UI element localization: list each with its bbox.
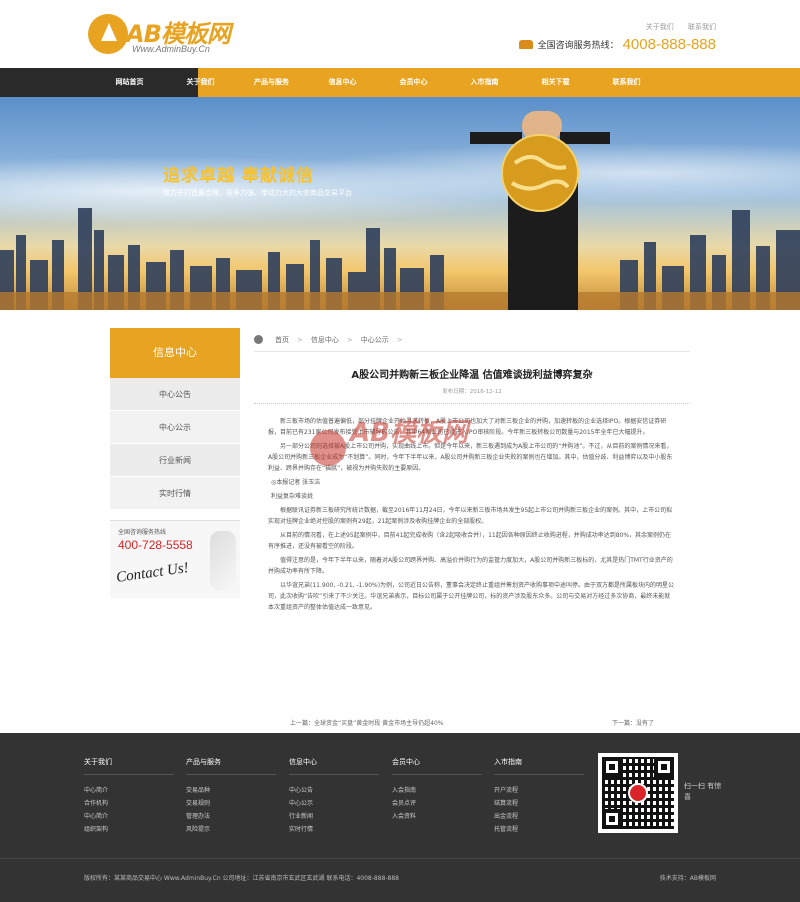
qr-label: 扫一扫 有惊喜: [684, 782, 722, 801]
breadcrumb-notices[interactable]: 中心公示: [361, 335, 389, 345]
footer-link[interactable]: 风险提示: [186, 823, 276, 836]
article-paragraph: 以华谊兄弟(11.900, -0.21, -1.90%)为例，公司近日公告称，董…: [268, 582, 675, 611]
footer-link[interactable]: 结算流程: [494, 797, 584, 810]
footer-col-members: 会员中心 入会指南 会员点评 入会资料: [392, 757, 482, 823]
footer-link[interactable]: 管理办法: [186, 810, 276, 823]
breadcrumb-home[interactable]: 首页: [275, 335, 289, 345]
nav-item-about[interactable]: 关于我们: [165, 68, 236, 97]
city-skyline-image: [0, 208, 800, 310]
footer-link[interactable]: 入会指南: [392, 784, 482, 797]
article-panel: 首页 > 信息中心 > 中心公示 > A股公司并购新三板企业降温 估值难谈拢利益…: [254, 328, 690, 727]
hero-banner: 追求卓越 奉献诚信 致力于打造最合理、竞争力强、带动力大的大宗商品交易平台: [0, 97, 800, 310]
sidebar-menu: 中心公告 中心公示 行业新闻 实时行情: [110, 378, 240, 510]
hotline: 全国咨询服务热线： 4008-888-888: [518, 35, 716, 53]
contact-label: 全国咨询服务热线: [118, 529, 167, 536]
footer-link[interactable]: 实时行情: [289, 823, 379, 836]
next-article-link[interactable]: 下一篇：没有了: [612, 718, 654, 727]
nav-item-home[interactable]: 网站首页: [94, 68, 165, 97]
footer-link[interactable]: 行业新闻: [289, 810, 379, 823]
footer-link[interactable]: 开户流程: [494, 784, 584, 797]
nav-item-guide[interactable]: 入市指南: [449, 68, 520, 97]
top-link-contact[interactable]: 联系我们: [688, 23, 716, 31]
main-content: 信息中心 中心公告 中心公示 行业新闻 实时行情 全国咨询服务热线 400-72…: [0, 310, 800, 733]
pen-hand-image: [210, 531, 236, 591]
tech-support-text: 技术支持：AB模板网: [659, 875, 716, 882]
site-header: AB模板网 Www.AdminBuy.Cn 关于我们 联系我们 全国咨询服务热线…: [0, 0, 800, 68]
banner-slogan: 追求卓越 奉献诚信: [163, 166, 314, 186]
article-paragraph: 新三板市场的估值普遍偏低，部分挂牌企业开始寻求转板，A股上市公司也加大了对新三板…: [268, 418, 667, 436]
hotline-number: 4008-888-888: [622, 35, 716, 53]
footer-link[interactable]: 交易品种: [186, 784, 276, 797]
article-date: 发布日期：2016-12-12: [254, 387, 690, 404]
top-links: 关于我们 联系我们: [634, 22, 716, 32]
logo-url: Www.AdminBuy.Cn: [132, 44, 210, 54]
article-paragraph: 从目前的情况看，在上述95起案例中，目前41起完成收购（含2起吸收合并），11起…: [268, 532, 672, 550]
footer-link[interactable]: 中心简介: [84, 810, 174, 823]
footer-link[interactable]: 中心公告: [289, 784, 379, 797]
footer-col-title: 关于我们: [84, 757, 174, 775]
nav-item-contact[interactable]: 联系我们: [591, 68, 662, 97]
sidebar-item-realtime-quotes[interactable]: 实时行情: [110, 477, 240, 510]
footer-col-guide: 入市指南 开户流程 结算流程 出金流程 托管流程: [494, 757, 584, 836]
footer-col-title: 信息中心: [289, 757, 379, 775]
sidebar-title: 信息中心: [110, 328, 240, 378]
contact-us-script: Contact Us!: [115, 560, 190, 587]
footer-col-info: 信息中心 中心公告 中心公示 行业新闻 实时行情: [289, 757, 379, 836]
hotline-label: 全国咨询服务热线：: [537, 40, 619, 51]
article-paragraph: 根据联讯证券新三板研究所统计数据，截至2016年11月24日，今年以来新三板市场…: [268, 507, 673, 525]
nav-item-info[interactable]: 信息中心: [307, 68, 378, 97]
site-footer: 关于我们 中心简介 合作机构 中心简介 组织架构 产品与服务 交易品种 交易规则…: [0, 733, 800, 902]
article-paragraph: 值得注意的是，今年下半年以来，随着对A股公司跨界并购、高溢价并购行为的监管力度加…: [268, 557, 673, 575]
footer-link[interactable]: 入会资料: [392, 810, 482, 823]
qr-logo-icon: [628, 783, 648, 803]
article-subheading: 利益复杂难谈拢: [271, 493, 314, 500]
footer-col-about: 关于我们 中心简介 合作机构 中心简介 组织架构: [84, 757, 174, 836]
breadcrumb-info-center[interactable]: 信息中心: [311, 335, 339, 345]
article-pagination: 上一篇：全球资金“买盘”黄金时段 黄金市场主导仍超40% 下一篇：没有了: [254, 718, 690, 727]
contact-number: 400-728-5558: [118, 538, 193, 552]
footer-col-title: 会员中心: [392, 757, 482, 775]
main-nav: 网站首页 关于我们 产品与服务 信息中心 会员中心 入市指南 相关下载 联系我们: [0, 68, 800, 97]
footer-link[interactable]: 托管流程: [494, 823, 584, 836]
page: AB模板网 Www.AdminBuy.Cn 关于我们 联系我们 全国咨询服务热线…: [0, 0, 800, 902]
footer-link[interactable]: 中心公示: [289, 797, 379, 810]
sidebar-item-industry-news[interactable]: 行业新闻: [110, 444, 240, 477]
copyright-text: 版权所有：某某商品交易中心 Www.AdminBuy.Cn 公司地址：江苏省南京…: [84, 875, 399, 882]
breadcrumb: 首页 > 信息中心 > 中心公示 >: [254, 328, 690, 352]
footer-link[interactable]: 会员点评: [392, 797, 482, 810]
footer-link[interactable]: 组织架构: [84, 823, 174, 836]
prev-article-link[interactable]: 上一篇：全球资金“买盘”黄金时段 黄金市场主导仍超40%: [290, 718, 443, 727]
footer-col-products: 产品与服务 交易品种 交易规则 管理办法 风险提示: [186, 757, 276, 836]
article-title: A股公司并购新三板企业降温 估值难谈拢利益博弈复杂: [351, 370, 593, 381]
phone-icon: [518, 39, 533, 49]
site-logo[interactable]: AB模板网 Www.AdminBuy.Cn: [88, 14, 258, 58]
footer-link[interactable]: 合作机构: [84, 797, 174, 810]
footer-link[interactable]: 中心简介: [84, 784, 174, 797]
footer-bottom: 版权所有：某某商品交易中心 Www.AdminBuy.Cn 公司地址：江苏省南京…: [0, 858, 800, 902]
nav-item-members[interactable]: 会员中心: [378, 68, 449, 97]
article-paragraph: 另一部分公司则选择被A股上市公司并购，实现曲线上市。但是今年以来，新三板遇到成为…: [268, 443, 673, 472]
article-body: AB模板网 新三板市场的估值普遍偏低，部分挂牌企业开始寻求转板，A股上市公司也加…: [254, 416, 690, 613]
sidebar-contact-box: 全国咨询服务热线 400-728-5558 Contact Us!: [110, 520, 240, 598]
footer-col-title: 产品与服务: [186, 757, 276, 775]
top-link-about[interactable]: 关于我们: [646, 23, 674, 31]
nav-item-downloads[interactable]: 相关下载: [520, 68, 591, 97]
footer-link[interactable]: 出金流程: [494, 810, 584, 823]
footer-col-title: 入市指南: [494, 757, 584, 775]
sidebar-item-notices[interactable]: 中心公示: [110, 411, 240, 444]
home-icon: [254, 335, 263, 344]
footer-link[interactable]: 交易规则: [186, 797, 276, 810]
logo-mark-icon: [88, 14, 128, 54]
banner-subtitle: 致力于打造最合理、竞争力强、带动力大的大宗商品交易平台: [163, 189, 352, 197]
qr-code-image: [598, 753, 678, 833]
article-byline: ◎本报记者 张玉洁: [271, 479, 321, 486]
sidebar-item-announcements[interactable]: 中心公告: [110, 378, 240, 411]
businessman-globe-image: [470, 111, 610, 310]
sidebar: 信息中心 中心公告 中心公示 行业新闻 实时行情 全国咨询服务热线 400-72…: [110, 328, 240, 598]
nav-item-products[interactable]: 产品与服务: [236, 68, 307, 97]
